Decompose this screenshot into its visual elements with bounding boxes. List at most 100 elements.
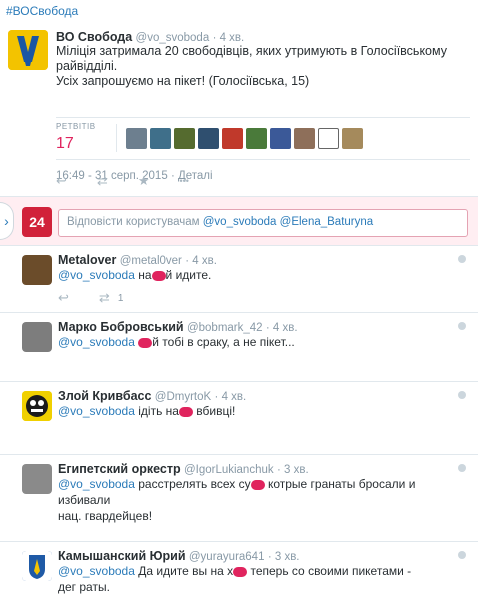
mention[interactable]: @vo_svoboda [58,335,135,349]
tweet-text-part: Да идите вы на х [134,564,234,578]
mention[interactable]: @vo_svoboda [58,404,135,418]
tweet-text: @vo_svoboda Да идите вы на х теперь со с… [58,563,466,595]
tweet-time[interactable]: · 4 хв. [215,391,247,403]
retweeter-avatar[interactable] [318,128,339,149]
censor-mark [233,566,248,577]
status-dot [458,322,466,330]
retweets-count[interactable]: 17 [56,135,74,153]
avatar[interactable] [22,464,52,494]
author-name[interactable]: Metalover [58,253,116,267]
tweet-text-line: Міліція затримала 20 свободівців, яких у… [56,44,447,58]
main-tweet: ВО Свобода @vo_svoboda · 4 хв. Міліція з… [0,22,478,196]
mention[interactable]: @vo_svoboda [58,477,135,491]
tweet-time[interactable]: · 3 хв. [277,464,309,476]
retweeter-avatar[interactable] [294,128,315,149]
tweet-text-line: райвідділі. [56,59,118,73]
reply-icon[interactable]: ↩ [56,174,67,188]
censor-mark [250,479,265,490]
retweeter-avatar[interactable] [174,128,195,149]
avatar[interactable] [22,391,52,421]
tweet-text-part: вбивці! [192,404,236,418]
retweeter-avatar[interactable] [246,128,267,149]
author-name[interactable]: ВО Свобода [56,30,132,44]
tweet-text: @vo_svoboda расстрелять всех су котрые г… [58,476,466,524]
reply-tweet: Metalover @metal0ver · 4 хв. @vo_svoboda… [0,247,478,313]
retweeter-avatar[interactable] [150,128,171,149]
tweet-header: Камышанский Юрий @yurayura641 · 3 хв. [58,549,300,563]
tweet-text: Міліція затримала 20 свободівців, яких у… [56,44,466,89]
status-dot [458,255,466,263]
avatar[interactable] [22,255,52,285]
status-dot [458,551,466,559]
author-name[interactable]: Марко Бобровський [58,320,184,334]
tweet-text-part: ідіть на [134,404,179,418]
avatar[interactable] [22,551,52,581]
divider [56,117,470,118]
avatar[interactable] [8,30,48,70]
status-dot [458,464,466,472]
reply-tweet: Египетский оркестр @IgorLukianchuk · 3 х… [0,456,478,542]
tweet-text-part: й тобі в сраку, а не пікет... [152,335,295,349]
retweeter-avatar[interactable] [270,128,291,149]
tweet-text-part: на [134,268,152,282]
tweet-text-part: дег раты. [58,580,110,594]
reply-tweet: Камышанский Юрий @yurayura641 · 3 хв. @v… [0,543,478,604]
reply-icon[interactable]: ↩ [58,291,69,305]
retweeter-avatar[interactable] [342,128,363,149]
mention[interactable]: @vo_svoboda [58,268,135,282]
hashtag-link[interactable]: #ВОСвобода [6,4,78,18]
author-name[interactable]: Злой Кривбасс [58,389,151,403]
author-handle[interactable]: @DmyrtoK [155,391,211,403]
more-icon[interactable]: ••• [179,174,188,188]
reply-tweet: Марко Бобровський @bobmark_42 · 4 хв. @v… [0,314,478,382]
mention[interactable]: @vo_svoboda [203,216,277,228]
reply-input[interactable]: Відповісти користувачам @vo_svoboda @Ele… [58,209,468,237]
favorite-icon[interactable]: ★ [138,174,150,188]
mention[interactable]: @Elena_Baturyna [280,216,374,228]
tweet-time[interactable]: · 4 хв. [213,32,245,44]
censor-mark [178,406,193,417]
tweet-actions: ↩ ⇄ 1 [58,291,123,305]
author-name[interactable]: Камышанский Юрий [58,549,186,563]
author-handle[interactable]: @IgorLukianchuk [184,464,274,476]
avatar: 24 [22,207,52,237]
tweet-text-part: теперь со своими пикетами - [247,564,412,578]
tweet-text: @vo_svoboda ідіть на вбивці! [58,403,466,419]
tweet-text-part: нац. гвардейцев! [58,509,153,523]
avatar[interactable] [22,322,52,352]
tweet-text-part: расстрелять всех су [134,477,251,491]
author-handle[interactable]: @metal0ver [120,255,182,267]
tweet-header: Metalover @metal0ver · 4 хв. [58,253,217,267]
retweet-icon[interactable]: ⇄ [97,174,108,188]
author-handle[interactable]: @bobmark_42 [187,322,263,334]
tweet-actions: ↩ ⇄ ★ ••• [56,174,189,188]
reply-tweet: Злой Кривбасс @DmyrtoK · 4 хв. @vo_svobo… [0,383,478,455]
reply-box: 24 Відповісти користувачам @vo_svoboda @… [0,196,478,246]
retweet-icon[interactable]: ⇄ [99,291,110,305]
divider [116,124,117,152]
retweets-label[interactable]: РЕТВІТІВ [56,122,96,131]
censor-mark [151,270,166,281]
tweet-time[interactable]: · 4 хв. [266,322,298,334]
censor-mark [138,337,153,348]
tweet-header: Злой Кривбасс @DmyrtoK · 4 хв. [58,389,246,403]
divider [56,159,470,160]
tweet-time[interactable]: · 4 хв. [185,255,217,267]
author-handle[interactable]: @yurayura641 [189,551,265,563]
tweet-header: Марко Бобровський @bobmark_42 · 4 хв. [58,320,298,334]
tweet-header: Египетский оркестр @IgorLukianchuk · 3 х… [58,462,309,476]
retweet-count: 1 [117,292,124,304]
retweeter-avatar[interactable] [198,128,219,149]
tweet-text: @vo_svoboda на й идите. [58,267,466,283]
retweeter-avatars [126,128,363,149]
author-handle[interactable]: @vo_svoboda [136,32,210,44]
tweet-text-part: й идите. [165,268,212,282]
status-dot [458,391,466,399]
tweet-time[interactable]: · 3 хв. [268,551,300,563]
retweeter-avatar[interactable] [126,128,147,149]
retweeter-avatar[interactable] [222,128,243,149]
reply-input-prefix: Відповісти користувачам [67,216,203,228]
author-name[interactable]: Египетский оркестр [58,462,181,476]
tweet-text: @vo_svoboda й тобі в сраку, а не пікет..… [58,334,466,350]
mention[interactable]: @vo_svoboda [58,564,135,578]
